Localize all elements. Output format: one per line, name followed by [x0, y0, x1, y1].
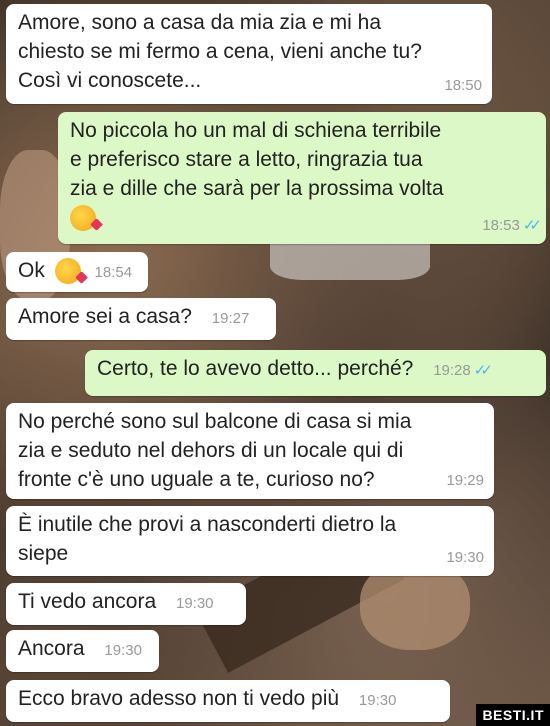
- message-time: 19:30: [358, 692, 397, 709]
- message-bubble-incoming[interactable]: Amore, sono a casa da mia zia e mi ha ch…: [6, 4, 492, 104]
- message-time: 19:30: [104, 642, 142, 659]
- message-time: 18:53: [482, 217, 520, 234]
- message-time: 19:29: [446, 472, 484, 489]
- message-status: 18:53 ✓✓: [482, 211, 542, 240]
- read-ticks-icon: ✓✓: [473, 362, 493, 379]
- message-bubble-incoming[interactable]: Ti vedo ancora 19:30: [6, 583, 246, 625]
- message-time: 19:27: [211, 310, 250, 327]
- message-time: 18:54: [94, 264, 133, 281]
- message-time: 19:30: [446, 549, 484, 566]
- message-text: Ancora: [18, 637, 85, 660]
- site-watermark: BESTI.IT: [476, 704, 550, 726]
- message-text: Certo, te lo avevo detto... perché?: [97, 357, 414, 380]
- message-bubble-incoming[interactable]: Ok 18:54: [6, 252, 148, 292]
- message-text: Amore, sono a casa da mia zia e mi ha ch…: [18, 11, 422, 92]
- message-bubble-incoming[interactable]: Ancora 19:30: [6, 630, 159, 672]
- message-time: 19:28: [433, 362, 471, 379]
- message-bubble-incoming[interactable]: È inutile che provi a nasconderti dietro…: [6, 506, 494, 576]
- message-bubble-incoming[interactable]: Ecco bravo adesso non ti vedo più 19:30: [6, 680, 450, 722]
- kiss-face-emoji-icon: [54, 258, 81, 285]
- message-bubble-incoming[interactable]: Amore sei a casa? 19:27: [6, 298, 276, 340]
- message-text: Ti vedo ancora: [18, 590, 157, 613]
- message-bubble-incoming[interactable]: No perché sono sul balcone di casa si mi…: [6, 403, 494, 499]
- message-text: Amore sei a casa?: [18, 305, 192, 328]
- message-text: Ok: [18, 259, 45, 282]
- message-bubble-outgoing[interactable]: No piccola ho un mal di schiena terribil…: [58, 112, 546, 244]
- message-text: È inutile che provi a nasconderti dietro…: [18, 513, 397, 565]
- message-text: Ecco bravo adesso non ti vedo più: [18, 687, 340, 710]
- message-time: 18:50: [444, 77, 482, 94]
- read-ticks-icon: ✓✓: [522, 217, 542, 234]
- message-text: No perché sono sul balcone di casa si mi…: [18, 410, 412, 491]
- message-text: No piccola ho un mal di schiena terribil…: [70, 119, 444, 200]
- message-status: 19:28 ✓✓: [433, 356, 493, 385]
- kiss-face-emoji-icon: [70, 205, 96, 232]
- message-time: 19:30: [175, 595, 214, 612]
- message-bubble-outgoing[interactable]: Certo, te lo avevo detto... perché? 19:2…: [85, 350, 546, 396]
